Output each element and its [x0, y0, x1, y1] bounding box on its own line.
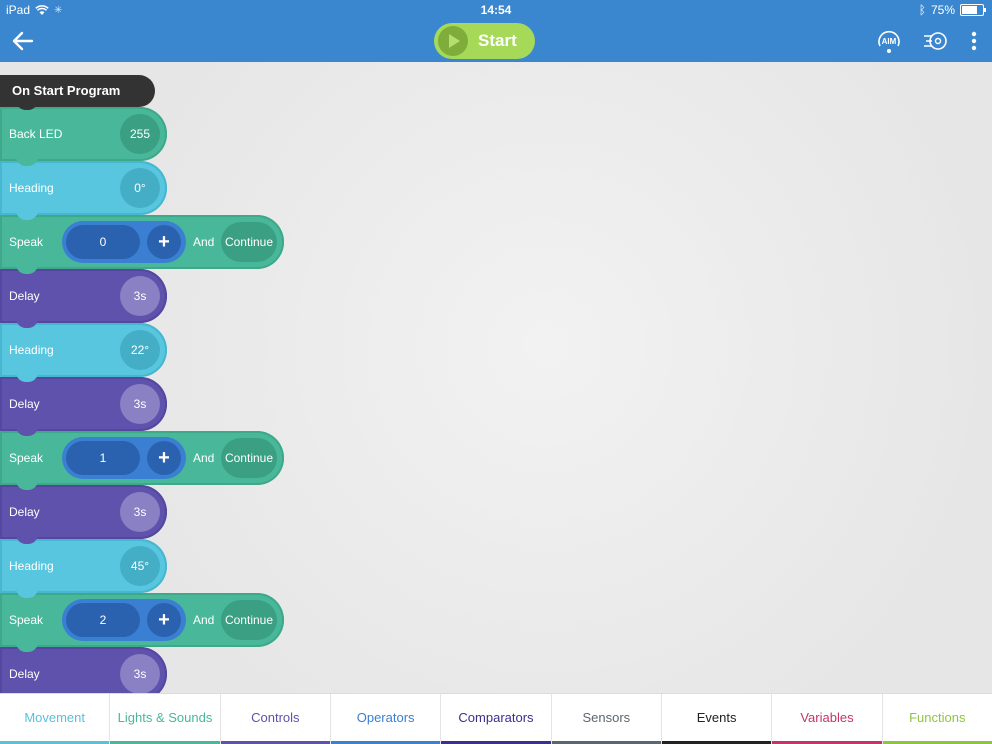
- delay-block[interactable]: Delay 3s: [0, 377, 167, 436]
- block-value[interactable]: 3s: [120, 492, 160, 532]
- tab-functions[interactable]: Functions: [882, 694, 992, 744]
- block-label: Speak: [9, 451, 44, 465]
- tab-label: Movement: [24, 710, 86, 725]
- tab-label: Controls: [251, 710, 300, 725]
- block-label: Delay: [9, 397, 40, 411]
- block-value[interactable]: 22°: [120, 330, 160, 370]
- back-led-block[interactable]: Back LED 255: [0, 107, 167, 166]
- continue-toggle[interactable]: Continue: [221, 600, 277, 640]
- program-canvas[interactable]: On Start Program Back LED 255 Heading 0°…: [0, 62, 992, 701]
- tab-variables[interactable]: Variables: [772, 694, 883, 744]
- continue-toggle[interactable]: Continue: [221, 222, 277, 262]
- category-tabs: Movement Lights & Sounds Controls Operat…: [0, 693, 992, 744]
- play-icon: [438, 26, 468, 56]
- block-value[interactable]: 3s: [120, 654, 160, 694]
- add-text-button[interactable]: +: [147, 225, 181, 259]
- battery-icon: [960, 4, 986, 16]
- drive-settings-button[interactable]: [922, 28, 948, 54]
- continue-toggle[interactable]: Continue: [221, 438, 277, 478]
- block-label: Back LED: [9, 127, 63, 141]
- heading-block[interactable]: Heading 0°: [0, 161, 167, 220]
- tab-movement[interactable]: Movement: [0, 694, 111, 744]
- aim-button[interactable]: AIM: [876, 28, 902, 54]
- block-value[interactable]: 0°: [120, 168, 160, 208]
- and-label: And: [193, 451, 215, 465]
- aim-icon: AIM: [878, 30, 900, 53]
- add-text-button[interactable]: +: [147, 603, 181, 637]
- speak-block[interactable]: Speak 2 + And Continue: [0, 593, 284, 652]
- and-label: And: [193, 613, 215, 627]
- block-label: Heading: [9, 343, 54, 357]
- tab-controls[interactable]: Controls: [220, 694, 331, 744]
- aim-label: AIM: [882, 37, 897, 46]
- tab-sensors[interactable]: Sensors: [551, 694, 662, 744]
- block-label: Heading: [9, 559, 54, 573]
- top-toolbar: Start AIM: [0, 20, 992, 62]
- status-right: ᛒ 75%: [918, 3, 986, 17]
- start-button[interactable]: Start: [434, 23, 535, 59]
- speak-block[interactable]: Speak 0 + And Continue: [0, 215, 284, 274]
- speak-text-group: 1 +: [62, 437, 186, 479]
- status-bar: iPad ✳ 14:54 ᛒ 75%: [0, 0, 992, 20]
- back-arrow-icon[interactable]: [10, 28, 36, 54]
- block-label: Speak: [9, 235, 44, 249]
- block-label: Delay: [9, 667, 40, 681]
- speak-block[interactable]: Speak 1 + And Continue: [0, 431, 284, 490]
- tab-events[interactable]: Events: [661, 694, 773, 744]
- tab-label: Sensors: [582, 710, 631, 725]
- heading-block[interactable]: Heading 45°: [0, 539, 167, 598]
- speak-value[interactable]: 0: [66, 225, 140, 259]
- speak-text-group: 0 +: [62, 221, 186, 263]
- tab-label: Lights & Sounds: [117, 710, 213, 725]
- more-vertical-icon: [971, 31, 977, 51]
- speed-icon: [924, 32, 947, 50]
- tab-label: Comparators: [458, 710, 534, 725]
- tab-label: Variables: [800, 710, 854, 725]
- tab-operators[interactable]: Operators: [330, 694, 442, 744]
- status-time: 14:54: [480, 3, 512, 17]
- block-label: Delay: [9, 289, 40, 303]
- delay-block[interactable]: Delay 3s: [0, 269, 167, 328]
- and-label: And: [193, 235, 215, 249]
- block-value[interactable]: 3s: [120, 384, 160, 424]
- block-label: Heading: [9, 181, 54, 195]
- tab-comparators[interactable]: Comparators: [441, 694, 552, 744]
- block-label: Speak: [9, 613, 44, 627]
- block-value[interactable]: 45°: [120, 546, 160, 586]
- block-label: Delay: [9, 505, 40, 519]
- speak-value[interactable]: 1: [66, 441, 140, 475]
- battery-percent: 75%: [930, 3, 955, 17]
- start-label: Start: [478, 31, 517, 50]
- speak-value[interactable]: 2: [66, 603, 140, 637]
- add-text-button[interactable]: +: [147, 441, 181, 475]
- delay-block[interactable]: Delay 3s: [0, 485, 167, 544]
- speak-text-group: 2 +: [62, 599, 186, 641]
- tab-label: Functions: [909, 710, 966, 725]
- heading-block[interactable]: Heading 22°: [0, 323, 167, 382]
- tab-label: Events: [696, 710, 737, 725]
- more-menu-button[interactable]: [962, 28, 986, 54]
- block-value[interactable]: 3s: [120, 276, 160, 316]
- tab-lights-sounds[interactable]: Lights & Sounds: [110, 694, 221, 744]
- block-value[interactable]: 255: [120, 114, 160, 154]
- bluetooth-icon: ᛒ: [918, 3, 926, 17]
- tab-label: Operators: [356, 710, 415, 725]
